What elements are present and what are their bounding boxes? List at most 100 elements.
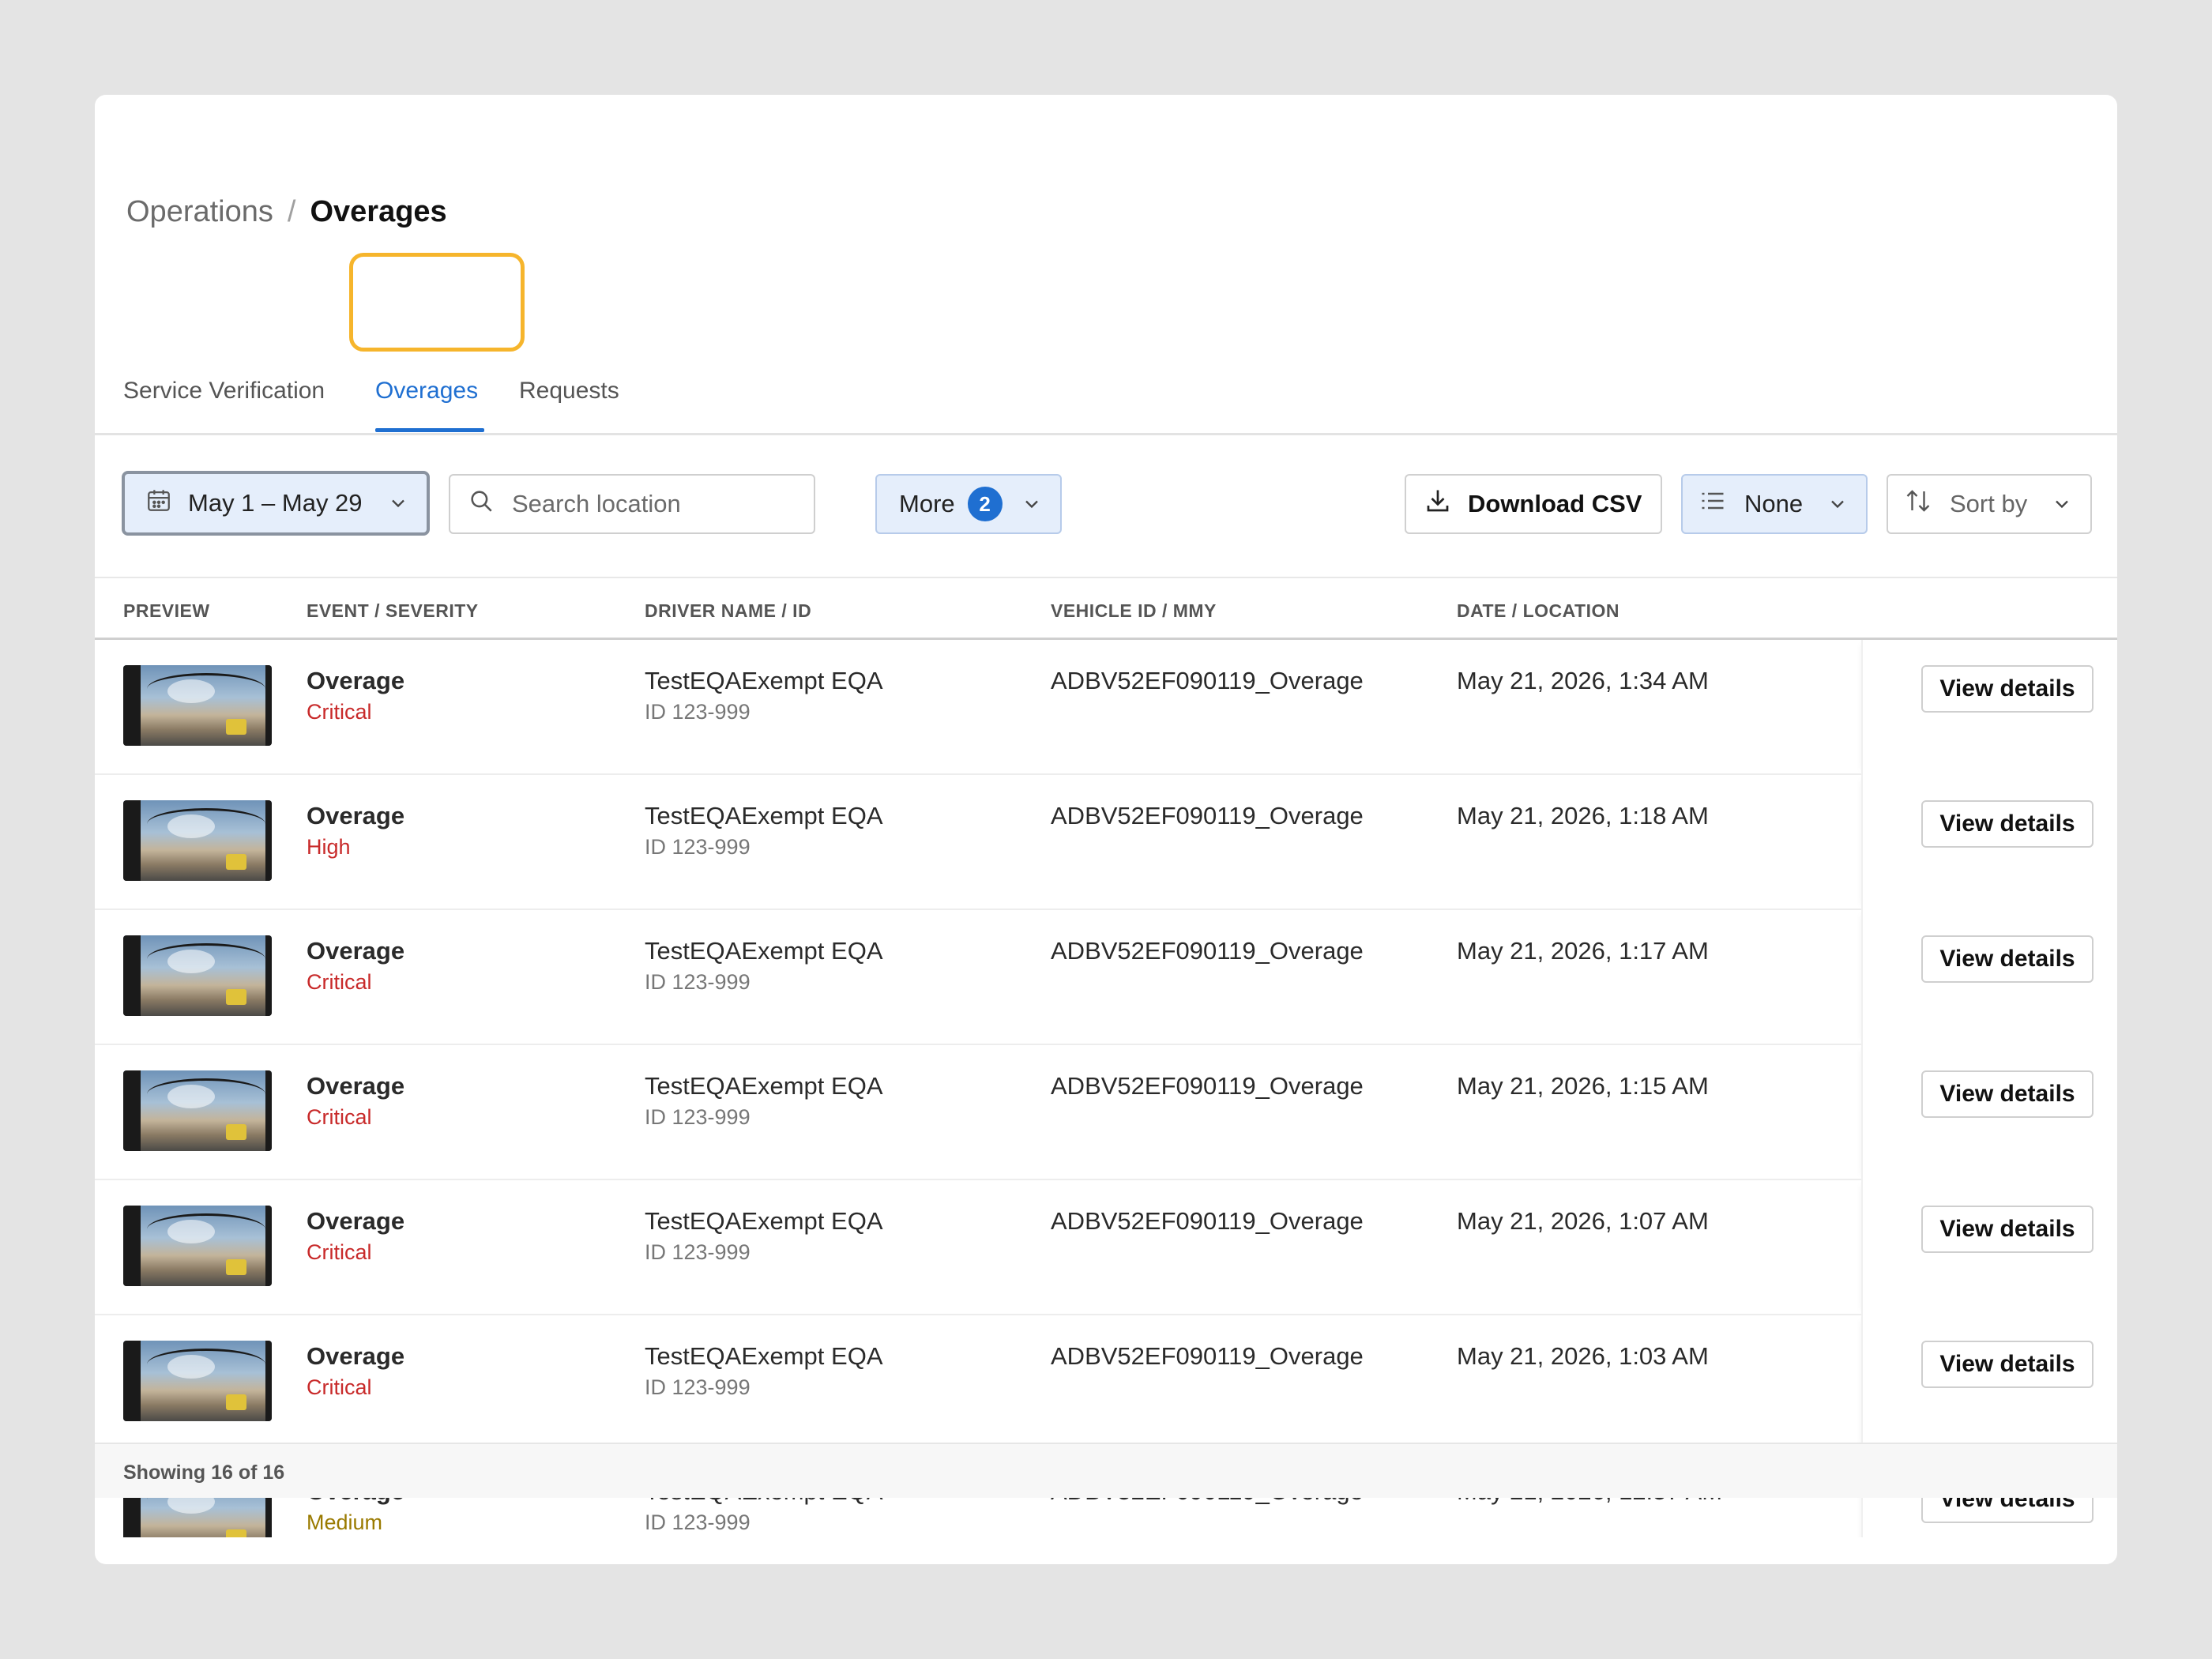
table-row[interactable]: Overage Critical TestEQAExempt EQA ID 123-9… [95, 1045, 2117, 1180]
table-body: Overage Critical TestEQAExempt EQA ID 123-9… [95, 640, 2117, 1537]
chevron-down-icon [1021, 493, 1043, 515]
event-cell: Overage Critical [307, 1072, 404, 1130]
event-preview-thumbnail[interactable] [123, 1341, 272, 1421]
view-details-button[interactable]: View details [1921, 1206, 2094, 1253]
thumbnail-wire [147, 1349, 265, 1380]
list-icon [1698, 487, 1727, 521]
thumbnail-frame-right [265, 1206, 272, 1286]
action-cell: View details [1861, 640, 2117, 775]
more-label: More [899, 490, 955, 517]
table-footer: Showing 16 of 16 [95, 1443, 2117, 1498]
search-input[interactable] [512, 490, 796, 518]
chevron-down-icon [2051, 493, 2073, 515]
sort-by-label: Sort by [1950, 490, 2028, 517]
event-type: Overage [307, 1072, 405, 1100]
tab-highlight-box [349, 253, 525, 352]
thumbnail-frame-right [265, 1070, 272, 1151]
action-cell: View details [1861, 1180, 2117, 1315]
page-title: Overages [310, 194, 447, 228]
thumbnail-wire [147, 1078, 265, 1110]
breadcrumb-separator: / [287, 194, 296, 228]
table-row[interactable]: Overage Critical TestEQAExempt EQA ID 123-9… [95, 1315, 2117, 1450]
view-details-button[interactable]: View details [1921, 935, 2094, 983]
thumbnail-frame-left [123, 665, 141, 746]
download-csv-button[interactable]: Download CSV [1405, 474, 1662, 534]
sort-icon [1904, 487, 1932, 521]
table-header: PREVIEW EVENT / SEVERITY DRIVER NAME / I… [95, 577, 2117, 640]
thumbnail-frame-right [265, 1341, 272, 1421]
view-details-button[interactable]: View details [1921, 665, 2094, 713]
driver-name: TestEQAExempt EQA [645, 667, 883, 694]
event-preview-thumbnail[interactable] [123, 1070, 272, 1151]
driver-cell: TestEQAExempt EQA ID 123-999 [645, 1207, 883, 1265]
driver-id: ID 123-999 [645, 835, 750, 859]
event-date: May 21, 2026, 1:07 AM [1457, 1207, 1709, 1235]
thumbnail-object [226, 854, 246, 870]
event-preview-thumbnail[interactable] [123, 665, 272, 746]
vehicle-id: ADBV52EF090119_Overage [1051, 937, 1364, 965]
driver-name: TestEQAExempt EQA [645, 937, 883, 965]
severity-label: Medium [307, 1510, 383, 1534]
view-details-button[interactable]: View details [1921, 800, 2094, 848]
thumbnail-object [226, 1529, 246, 1537]
calendar-icon [145, 487, 172, 520]
severity-label: Critical [307, 1105, 372, 1129]
driver-name: TestEQAExempt EQA [645, 1342, 883, 1370]
driver-id: ID 123-999 [645, 1105, 750, 1129]
thumbnail-object [226, 989, 246, 1005]
severity-label: Critical [307, 700, 372, 724]
driver-id: ID 123-999 [645, 1240, 750, 1264]
download-icon [1424, 487, 1452, 521]
table-row[interactable]: Overage Critical TestEQAExempt EQA ID 123-9… [95, 1180, 2117, 1315]
thumbnail-wire [147, 808, 265, 840]
driver-cell: TestEQAExempt EQA ID 123-999 [645, 1072, 883, 1130]
table-row[interactable]: Overage High TestEQAExempt EQA ID 123-999 AD… [95, 775, 2117, 910]
driver-id: ID 123-999 [645, 1375, 750, 1399]
filter-count-badge: 2 [967, 487, 1003, 521]
event-date: May 21, 2026, 1:17 AM [1457, 937, 1709, 965]
event-type: Overage [307, 667, 405, 694]
view-details-button[interactable]: View details [1921, 1070, 2094, 1118]
more-filters-button[interactable]: More 2 [875, 474, 1062, 534]
driver-name: TestEQAExempt EQA [645, 1207, 883, 1235]
table-row[interactable]: Overage Critical TestEQAExempt EQA ID 123-9… [95, 640, 2117, 775]
driver-name: TestEQAExempt EQA [645, 802, 883, 830]
event-cell: Overage Critical [307, 1342, 404, 1400]
header-vehicle: VEHICLE ID / MMY [1051, 600, 1217, 621]
event-cell: Overage Critical [307, 937, 404, 995]
header-driver: DRIVER NAME / ID [645, 600, 812, 621]
date-range-label: May 1 – May 29 [188, 489, 363, 517]
vehicle-id: ADBV52EF090119_Overage [1051, 1342, 1364, 1370]
event-preview-thumbnail[interactable] [123, 800, 272, 881]
event-preview-thumbnail[interactable] [123, 935, 272, 1016]
event-cell: Overage Critical [307, 1207, 404, 1265]
search-field[interactable] [449, 474, 815, 534]
header-preview: PREVIEW [123, 600, 210, 621]
view-details-button[interactable]: View details [1921, 1341, 2094, 1388]
severity-label: Critical [307, 970, 372, 994]
vehicle-id: ADBV52EF090119_Overage [1051, 802, 1364, 830]
thumbnail-frame-left [123, 1206, 141, 1286]
group-by-button[interactable]: None [1681, 474, 1868, 534]
thumbnail-object [226, 1394, 246, 1410]
breadcrumb-parent[interactable]: Operations [126, 195, 273, 229]
thumbnail-frame-left [123, 800, 141, 881]
thumbnail-frame-right [265, 800, 272, 881]
date-range-button[interactable]: May 1 – May 29 [122, 471, 430, 536]
event-date: May 21, 2026, 1:15 AM [1457, 1072, 1709, 1100]
thumbnail-wire [147, 943, 265, 975]
search-icon [468, 487, 495, 521]
driver-id: ID 123-999 [645, 700, 750, 724]
header-event-severity: EVENT / SEVERITY [307, 600, 479, 621]
sort-by-button[interactable]: Sort by [1887, 474, 2092, 534]
breadcrumb: Operations / Overages [126, 188, 447, 235]
table-row[interactable]: Overage Critical TestEQAExempt EQA ID 123-9… [95, 910, 2117, 1045]
header-date-location: DATE / LOCATION [1457, 600, 1620, 621]
thumbnail-wire [147, 673, 265, 705]
driver-cell: TestEQAExempt EQA ID 123-999 [645, 1342, 883, 1400]
thumbnail-object [226, 1259, 246, 1275]
action-cell: View details [1861, 1315, 2117, 1450]
event-date: May 21, 2026, 1:03 AM [1457, 1342, 1709, 1370]
thumbnail-frame-left [123, 935, 141, 1016]
event-preview-thumbnail[interactable] [123, 1206, 272, 1286]
